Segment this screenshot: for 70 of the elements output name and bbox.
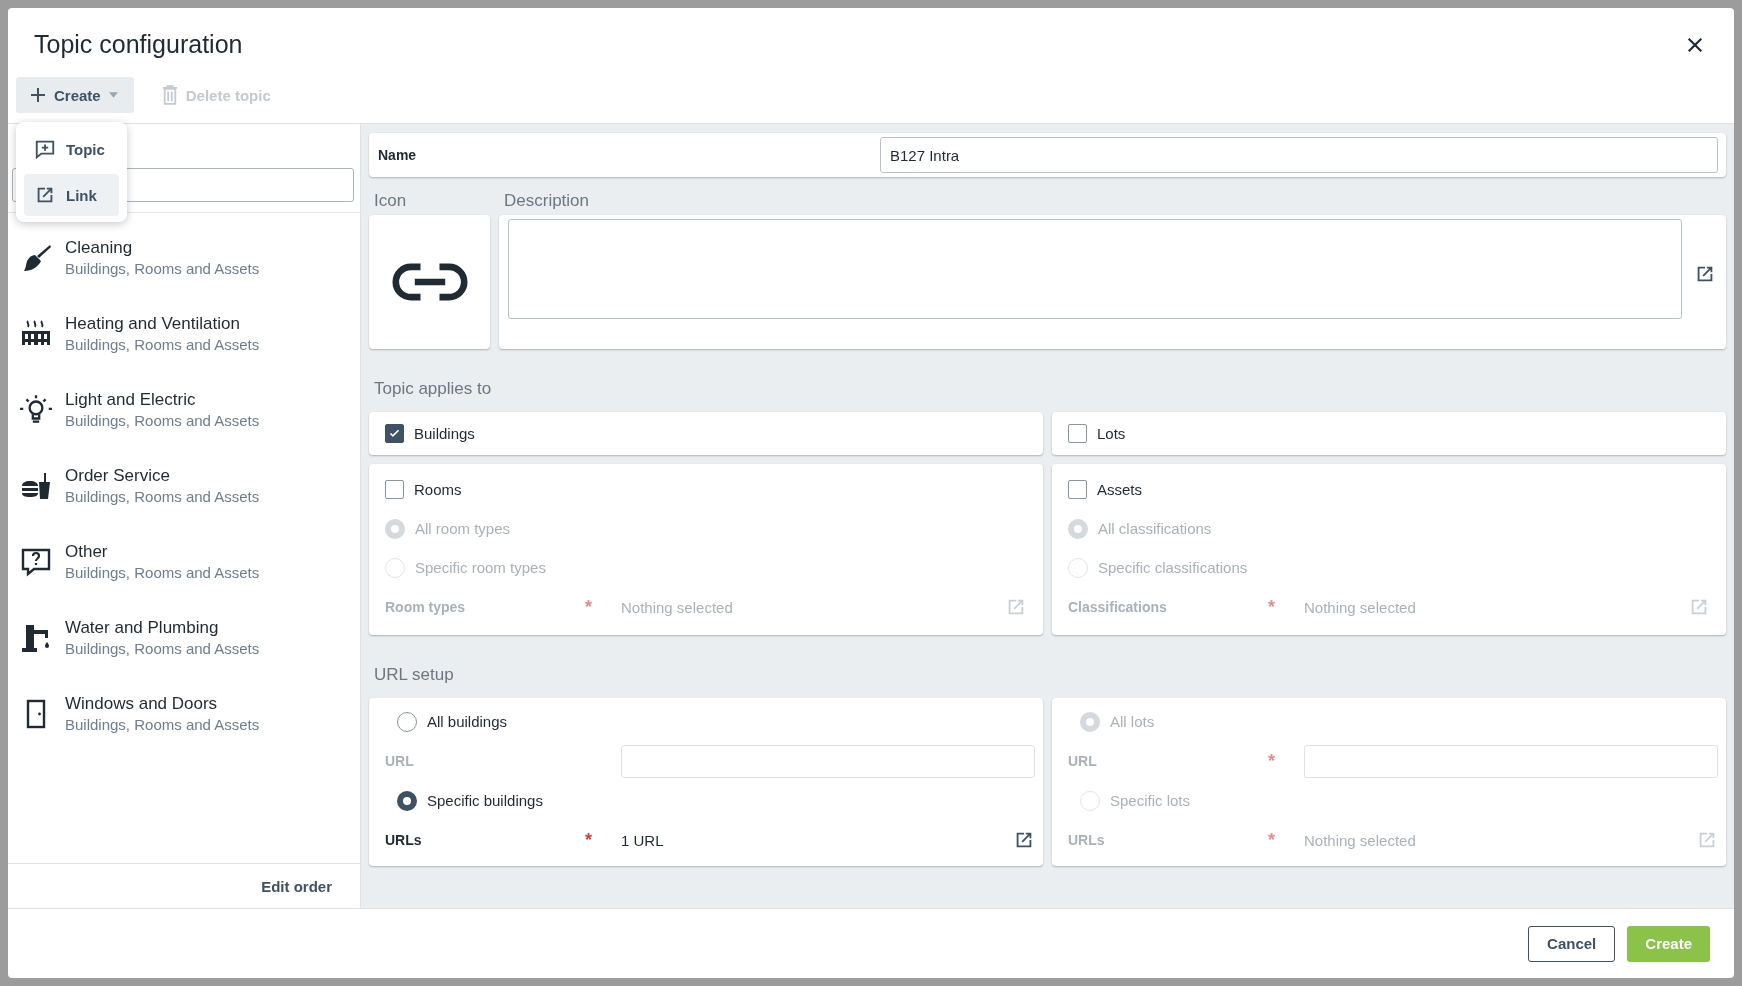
checkbox-label: Rooms [414,481,462,498]
checkbox[interactable] [1068,480,1087,499]
description-field[interactable] [508,219,1682,319]
radio-label: All room types [415,520,511,537]
checkbox-label: Assets [1097,481,1142,498]
trash-icon [161,85,178,105]
topic-subtitle: Buildings, Rooms and Assets [65,334,260,355]
topic-name[interactable]: Order Service [65,464,260,487]
menu-item[interactable]: Topic [24,128,119,170]
topic-name[interactable]: Light and Electric [65,388,260,411]
checkbox-label: Buildings [414,425,475,442]
icon-card[interactable] [369,215,490,349]
topic-subtitle: Buildings, Rooms and Assets [65,258,260,279]
url-field[interactable] [1304,744,1718,778]
topic-subtitle: Buildings, Rooms and Assets [65,714,260,735]
topic-name[interactable]: Other [65,540,260,563]
checkbox[interactable] [385,424,404,443]
radio-button[interactable] [397,711,417,732]
required-mark: * [585,829,592,851]
field-value: Nothing selected [621,598,734,616]
check-icon [388,427,401,440]
field-value: Nothing selected [1304,598,1417,616]
required-mark: * [1268,750,1275,772]
edit-order-link[interactable]: Edit order [255,876,338,896]
checkbox-label: Lots [1097,425,1126,442]
field-label: Classifications [1068,599,1168,615]
field-label: URL [1068,753,1098,769]
menu-item[interactable]: Link [24,174,119,216]
radio-label: Specific classifications [1098,559,1248,576]
field-label: Room types [385,599,467,615]
field-label: URLs [385,832,423,848]
topic-name[interactable]: Heating and Ventilation [65,312,260,335]
topic-subtitle: Buildings, Rooms and Assets [65,486,260,507]
checkbox[interactable] [385,480,404,499]
cancel-button[interactable]: Cancel [1528,925,1616,962]
required-mark: * [1268,596,1275,618]
description-label: Description [504,191,590,211]
field-label: URL [385,753,415,769]
section-heading: URL setup [374,665,455,685]
link-icon [391,261,468,303]
radio-button[interactable] [397,790,417,811]
radio-label: All classifications [1098,520,1212,537]
dialog-title: Topic configuration [34,30,243,59]
checkbox[interactable] [1068,424,1087,443]
field-value: 1 URL [621,831,665,849]
section-heading: Topic applies to [374,379,493,399]
radio-label: Specific buildings [427,792,543,809]
topic-name[interactable]: Cleaning [65,236,260,259]
field-label: Name [378,147,418,163]
field-label: URLs [1068,832,1106,848]
topic-subtitle: Buildings, Rooms and Assets [65,562,260,583]
topic-subtitle: Buildings, Rooms and Assets [65,638,260,659]
radio-label: Specific room types [415,559,546,576]
topic-name[interactable]: Windows and Doors [65,692,260,715]
caret-icon [108,92,118,98]
radio-label: All lots [1110,713,1155,730]
radio-label: All buildings [427,713,508,730]
close-icon [1686,35,1704,54]
topic-name[interactable]: Water and Plumbing [65,616,260,639]
plus-icon [30,87,46,103]
url-field[interactable] [621,744,1035,778]
topic-subtitle: Buildings, Rooms and Assets [65,410,260,431]
required-mark: * [1268,829,1275,851]
required-mark: * [585,596,592,618]
radio-label: Specific lots [1110,792,1191,809]
create-button[interactable]: Create [16,77,134,113]
field-value: Nothing selected [1304,831,1417,849]
chat-plus-icon [34,138,56,160]
name-field[interactable]: B127 Intra [880,137,1718,173]
icon-label: Icon [374,191,408,211]
